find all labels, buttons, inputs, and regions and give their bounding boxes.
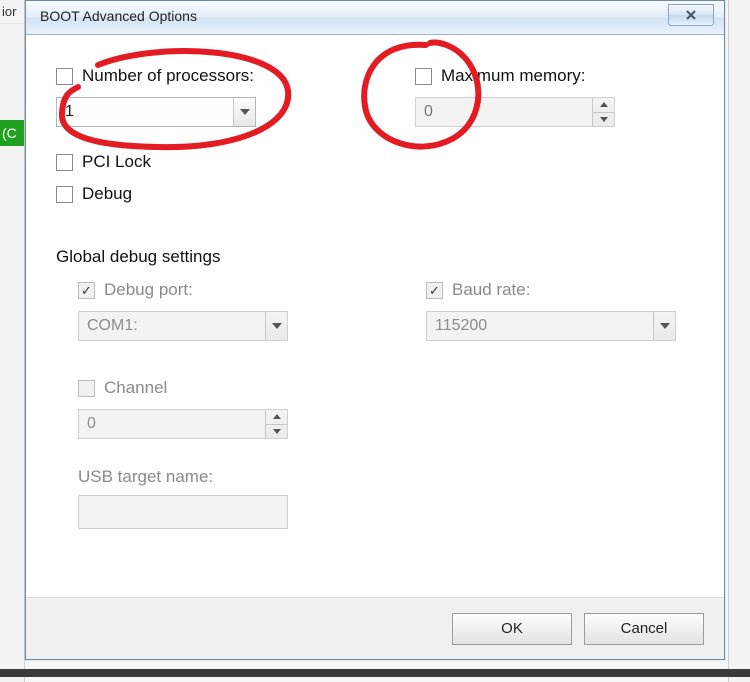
debug-port-label: Debug port: (104, 280, 193, 300)
pci-lock-label: PCI Lock (82, 152, 151, 172)
num-processors-label: Number of processors: (82, 66, 254, 86)
spin-down-button[interactable] (593, 113, 614, 127)
num-processors-value: 1 (65, 103, 74, 121)
chevron-down-icon (600, 117, 608, 122)
max-memory-value: 0 (424, 103, 433, 121)
chevron-down-icon (265, 312, 287, 340)
debug-checkbox-row[interactable]: Debug (56, 181, 335, 207)
dialog-button-bar: OK Cancel (26, 597, 724, 659)
channel-value: 0 (87, 415, 96, 433)
max-memory-spinner[interactable]: 0 (415, 97, 615, 127)
baud-rate-label: Baud rate: (452, 280, 530, 300)
spin-up-button (266, 410, 287, 425)
debug-port-value: COM1: (87, 317, 138, 335)
dialog-title: BOOT Advanced Options (40, 8, 197, 24)
pci-lock-checkbox-row[interactable]: PCI Lock (56, 149, 335, 175)
baud-rate-checkbox-row: Baud rate: (426, 277, 694, 303)
debug-port-checkbox (78, 282, 95, 299)
obscured-bottom-bar (0, 669, 750, 677)
obscured-green-accent: (C (0, 120, 24, 146)
baud-rate-group: Baud rate: 115200 (426, 277, 694, 529)
spin-up-button[interactable] (593, 98, 614, 113)
channel-checkbox-row: Channel (78, 375, 346, 401)
spin-down-button (266, 425, 287, 439)
max-memory-group: Maximum memory: 0 (415, 63, 694, 207)
num-processors-combo[interactable]: 1 (56, 97, 256, 127)
num-processors-checkbox[interactable] (56, 68, 73, 85)
cancel-button[interactable]: Cancel (584, 613, 704, 645)
num-processors-checkbox-row[interactable]: Number of processors: (56, 63, 335, 89)
chevron-down-icon (653, 312, 675, 340)
close-icon (685, 9, 697, 21)
ok-button[interactable]: OK (452, 613, 572, 645)
baud-rate-value: 115200 (435, 317, 487, 335)
channel-label: Channel (104, 378, 167, 398)
baud-rate-checkbox (426, 282, 443, 299)
max-memory-label: Maximum memory: (441, 66, 586, 86)
channel-spinner: 0 (78, 409, 288, 439)
pci-lock-checkbox[interactable] (56, 154, 73, 171)
obscured-left-strip: ior (0, 0, 25, 682)
debug-port-group: Debug port: COM1: Channel (78, 277, 346, 529)
baud-rate-combo: 115200 (426, 311, 676, 341)
debug-label: Debug (82, 184, 132, 204)
channel-checkbox (78, 380, 95, 397)
max-memory-checkbox[interactable] (415, 68, 432, 85)
close-button[interactable] (668, 4, 714, 26)
debug-port-combo: COM1: (78, 311, 288, 341)
boot-advanced-options-dialog: BOOT Advanced Options Number of processo… (25, 0, 725, 660)
usb-target-label: USB target name: (78, 467, 346, 487)
obscured-right-strip (728, 0, 750, 682)
max-memory-checkbox-row[interactable]: Maximum memory: (415, 63, 694, 89)
chevron-down-icon (273, 429, 281, 434)
chevron-up-icon (600, 102, 608, 107)
titlebar[interactable]: BOOT Advanced Options (26, 1, 724, 35)
num-processors-group: Number of processors: 1 PCI Lock (56, 63, 335, 207)
dialog-client-area: Number of processors: 1 PCI Lock (26, 35, 724, 659)
global-debug-heading: Global debug settings (56, 247, 694, 267)
usb-target-input (78, 495, 288, 529)
chevron-up-icon (273, 414, 281, 419)
chevron-down-icon[interactable] (233, 98, 255, 126)
debug-port-checkbox-row: Debug port: (78, 277, 346, 303)
debug-checkbox[interactable] (56, 186, 73, 203)
